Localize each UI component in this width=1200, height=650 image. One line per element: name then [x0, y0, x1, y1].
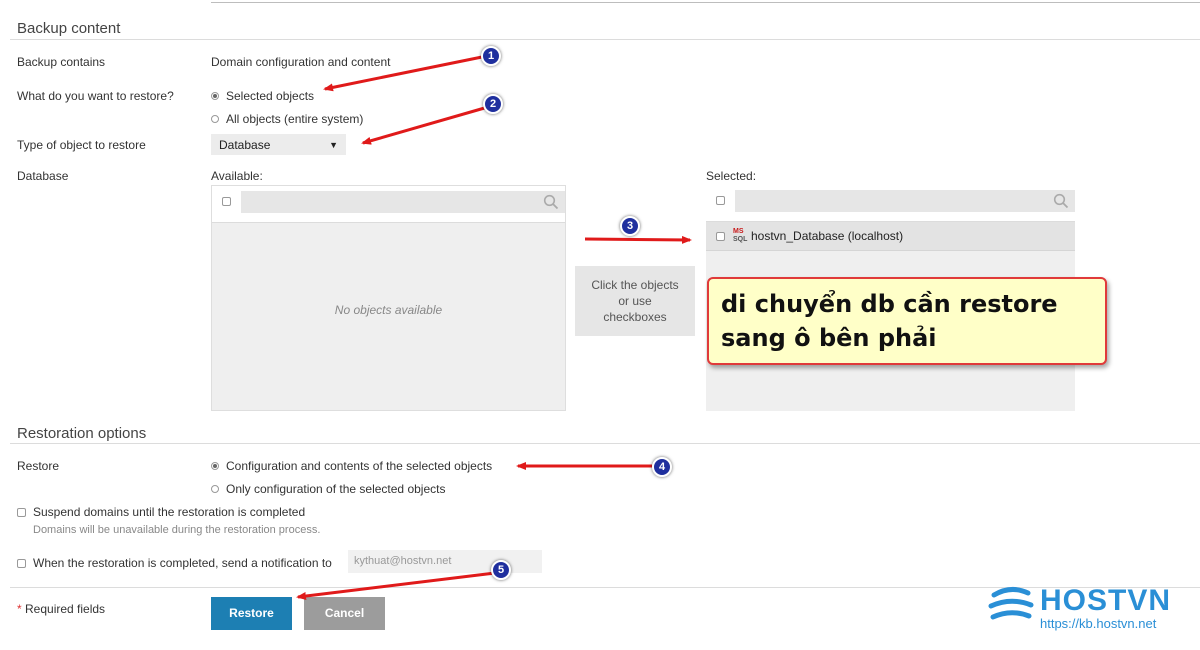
notify-label: When the restoration is completed, send …	[33, 556, 332, 570]
notify-email-field[interactable]: kythuat@hostvn.net	[348, 550, 542, 573]
restore-button[interactable]: Restore	[211, 597, 292, 630]
radio-config-only[interactable]: Only configuration of the selected objec…	[211, 482, 445, 496]
selected-list-item[interactable]: MS SQL hostvn_Database (localhost)	[706, 222, 1075, 251]
type-of-object-select[interactable]: Database ▼	[211, 134, 346, 155]
required-text: Required fields	[21, 602, 106, 616]
restore-what-label: What do you want to restore?	[17, 89, 174, 103]
section-divider	[10, 443, 1200, 444]
brand-watermark: HOSTVN https://kb.hostvn.net	[988, 585, 1198, 635]
instruction-note: di chuyển db cần restore sang ô bên phải	[707, 277, 1107, 365]
step-badge-3: 3	[620, 216, 640, 236]
notify-email-value: kythuat@hostvn.net	[354, 555, 452, 567]
available-search-input[interactable]	[241, 191, 565, 213]
restore-label: Restore	[17, 459, 60, 473]
selected-item-label: hostvn_Database (localhost)	[751, 229, 904, 243]
no-objects-text: No objects available	[334, 303, 443, 317]
section-divider	[10, 39, 1200, 40]
arrow-5	[296, 571, 496, 601]
search-icon	[543, 194, 559, 210]
available-label: Available:	[211, 169, 263, 183]
radio-config-contents-label: Configuration and contents of the select…	[226, 459, 493, 473]
section-title-backup-content: Backup content	[17, 20, 121, 37]
step-badge-1: 1	[481, 46, 501, 66]
step-badge-5: 5	[491, 560, 511, 580]
selected-search-input[interactable]	[735, 190, 1075, 212]
move-hint-text: Click the objects or use checkboxes	[591, 278, 679, 324]
selected-select-all-checkbox[interactable]	[716, 196, 725, 205]
backup-contains-value: Domain configuration and content	[211, 55, 391, 69]
search-icon	[1053, 193, 1069, 209]
mssql-database-icon: MS SQL	[733, 228, 748, 243]
available-search-row	[212, 186, 565, 223]
available-panel: No objects available	[211, 185, 566, 411]
radio-all-objects[interactable]: All objects (entire system)	[211, 112, 363, 126]
brand-name: HOSTVN	[1040, 584, 1172, 617]
radio-config-contents-icon[interactable]	[211, 462, 219, 470]
available-select-all-checkbox[interactable]	[222, 197, 231, 206]
type-select-value: Database	[219, 137, 271, 152]
top-divider	[211, 2, 1200, 3]
notify-checkbox[interactable]	[17, 558, 26, 568]
radio-config-contents[interactable]: Configuration and contents of the select…	[211, 459, 492, 473]
brand-logo-icon	[988, 587, 1034, 620]
required-fields-note: * Required fields	[17, 602, 105, 616]
arrow-2	[361, 105, 489, 145]
step-badge-4: 4	[652, 457, 672, 477]
chevron-down-icon: ▼	[329, 139, 338, 150]
radio-selected-icon[interactable]	[211, 92, 219, 100]
radio-config-only-icon[interactable]	[211, 485, 219, 493]
radio-selected-objects[interactable]: Selected objects	[211, 89, 314, 103]
radio-all-icon[interactable]	[211, 115, 219, 123]
radio-config-only-label: Only configuration of the selected objec…	[226, 482, 446, 496]
suspend-domains-label: Suspend domains until the restoration is…	[33, 505, 306, 519]
database-label: Database	[17, 169, 69, 183]
suspend-domains-option[interactable]: Suspend domains until the restoration is…	[17, 505, 305, 519]
suspend-domains-hint: Domains will be unavailable during the r…	[33, 524, 321, 536]
radio-selected-label: Selected objects	[226, 89, 315, 103]
selected-item-checkbox[interactable]	[716, 231, 725, 241]
selected-label: Selected:	[706, 169, 757, 183]
arrow-3	[584, 235, 692, 244]
backup-contains-label: Backup contains	[17, 55, 106, 69]
cancel-button[interactable]: Cancel	[304, 597, 385, 630]
brand-url: https://kb.hostvn.net	[1040, 616, 1157, 631]
selected-search-row	[706, 185, 1075, 222]
radio-all-label: All objects (entire system)	[226, 112, 364, 126]
notify-option[interactable]: When the restoration is completed, send …	[17, 556, 332, 570]
step-badge-2: 2	[483, 94, 503, 114]
suspend-domains-checkbox[interactable]	[17, 507, 26, 517]
move-hint-box: Click the objects or use checkboxes	[575, 266, 695, 336]
available-list: No objects available	[212, 223, 565, 410]
type-of-object-label: Type of object to restore	[17, 138, 146, 152]
section-title-restoration-options: Restoration options	[17, 425, 147, 442]
